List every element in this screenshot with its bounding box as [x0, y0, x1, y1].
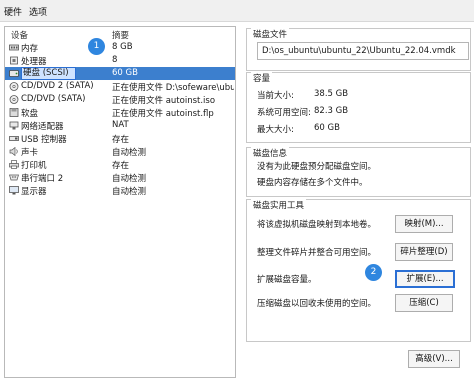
group-title: 磁盘实用工具 [251, 199, 307, 211]
disk-info-line-2: 硬盘内容存储在多个文件中。 [257, 178, 368, 188]
tab-options[interactable]: 选项 [29, 5, 47, 18]
device-name: 内存 [21, 44, 39, 54]
device-row-display[interactable]: 显示器 自动检测 [5, 184, 235, 197]
device-row-cdrom-2[interactable]: CD/DVD 2 (SATA) 正在使用文件 D:\sofeware\ubu..… [5, 80, 235, 93]
device-summary: 存在 [112, 161, 130, 171]
group-title: 容量 [251, 72, 273, 84]
device-name: CD/DVD (SATA) [21, 94, 86, 104]
device-name: 硬盘 (SCSI) [21, 67, 76, 80]
device-summary: NAT [112, 120, 129, 130]
tab-bar: 硬件 选项 [0, 0, 474, 22]
system-free-label: 系统可用空间: [257, 108, 311, 118]
device-summary: 存在 [112, 135, 130, 145]
device-summary: 正在使用文件 autoinst.flp [112, 109, 214, 119]
device-row-harddisk[interactable]: 硬盘 (SCSI) 60 GB [5, 67, 235, 80]
device-summary: 自动检测 [112, 148, 147, 158]
step-badge-1: 1 [88, 38, 105, 55]
defrag-description: 整理文件碎片并整合可用空间。 [257, 248, 377, 258]
disk-utilities-group: 磁盘实用工具 将该虚拟机磁盘映射到本地卷。 映射(M)... 整理文件碎片并整合… [246, 199, 471, 342]
device-row-serial-port[interactable]: 串行端口 2 自动检测 [5, 171, 235, 184]
device-row-floppy[interactable]: 软盘 正在使用文件 autoinst.flp [5, 106, 235, 119]
device-list[interactable]: 设备 摘要 内存 8 GB 处理器 8 硬盘 (SCSI) 60 GB CD/D… [4, 26, 236, 378]
device-name: USB 控制器 [21, 135, 67, 145]
serial-port-icon [9, 174, 19, 181]
device-summary: 正在使用文件 autoinst.iso [112, 96, 216, 106]
compact-description: 压缩磁盘以回收未使用的空间。 [257, 299, 377, 309]
device-summary: 正在使用文件 D:\sofeware\ubu... [112, 83, 234, 93]
cd-icon [9, 82, 19, 91]
device-summary: 8 GB [112, 42, 133, 52]
compact-button[interactable]: 压缩(C) [395, 294, 453, 312]
expand-button[interactable]: 扩展(E)... [395, 270, 455, 288]
device-name: 打印机 [21, 161, 47, 171]
map-description: 将该虚拟机磁盘映射到本地卷。 [257, 220, 377, 230]
column-header-summary[interactable]: 摘要 [112, 29, 129, 41]
device-row-printer[interactable]: 打印机 存在 [5, 158, 235, 171]
device-row-processor[interactable]: 处理器 8 [5, 54, 235, 67]
device-row-sound[interactable]: 声卡 自动检测 [5, 145, 235, 158]
sound-icon [9, 147, 18, 156]
device-name: 网络适配器 [21, 122, 64, 132]
column-header-device[interactable]: 设备 [11, 29, 28, 41]
disk-settings-panel: 磁盘文件 D:\os_ubuntu\ubuntu_22\Ubuntu_22.04… [240, 26, 474, 378]
map-button[interactable]: 映射(M)... [395, 215, 453, 233]
device-row-network[interactable]: 网络适配器 NAT [5, 119, 235, 132]
group-title: 磁盘文件 [251, 28, 290, 40]
device-summary: 8 [112, 55, 118, 65]
expand-description: 扩展磁盘容量。 [257, 275, 317, 285]
current-size-value: 38.5 GB [314, 89, 349, 99]
usb-icon [9, 136, 19, 141]
memory-icon [9, 44, 19, 51]
tab-hardware[interactable]: 硬件 [4, 5, 22, 18]
device-name: 串行端口 2 [21, 174, 64, 184]
system-free-value: 82.3 GB [314, 106, 349, 116]
harddisk-icon [9, 70, 19, 77]
cd-icon [9, 95, 19, 104]
disk-info-group: 磁盘信息 没有为此硬盘预分配磁盘空间。 硬盘内容存储在多个文件中。 [246, 147, 471, 197]
device-name: CD/DVD 2 (SATA) [21, 81, 94, 91]
max-size-value: 60 GB [314, 123, 340, 133]
current-size-label: 当前大小: [257, 91, 294, 101]
capacity-group: 容量 当前大小: 38.5 GB 系统可用空间: 82.3 GB 最大大小: 6… [246, 72, 471, 143]
floppy-icon [9, 108, 19, 117]
device-name: 声卡 [21, 148, 39, 158]
device-summary: 自动检测 [112, 187, 147, 197]
disk-file-path-field[interactable]: D:\os_ubuntu\ubuntu_22\Ubuntu_22.04.vmdk [257, 42, 469, 60]
defrag-button[interactable]: 碎片整理(D) [395, 243, 453, 261]
advanced-button[interactable]: 高级(V)... [408, 350, 460, 368]
printer-icon [9, 160, 19, 169]
step-badge-2: 2 [365, 264, 382, 281]
device-row-cdrom[interactable]: CD/DVD (SATA) 正在使用文件 autoinst.iso [5, 93, 235, 106]
device-name: 处理器 [21, 57, 47, 67]
device-summary: 60 GB [112, 68, 138, 78]
device-name: 显示器 [21, 187, 47, 197]
display-icon [9, 186, 19, 195]
device-summary: 自动检测 [112, 174, 147, 184]
device-name: 软盘 [21, 109, 39, 119]
disk-info-line-1: 没有为此硬盘预分配磁盘空间。 [257, 162, 377, 172]
max-size-label: 最大大小: [257, 125, 294, 135]
device-row-usb[interactable]: USB 控制器 存在 [5, 132, 235, 145]
device-row-memory[interactable]: 内存 8 GB [5, 41, 235, 54]
cpu-icon [10, 56, 18, 65]
disk-file-group: 磁盘文件 D:\os_ubuntu\ubuntu_22\Ubuntu_22.04… [246, 28, 471, 71]
group-title: 磁盘信息 [251, 147, 290, 159]
network-icon [9, 121, 19, 130]
